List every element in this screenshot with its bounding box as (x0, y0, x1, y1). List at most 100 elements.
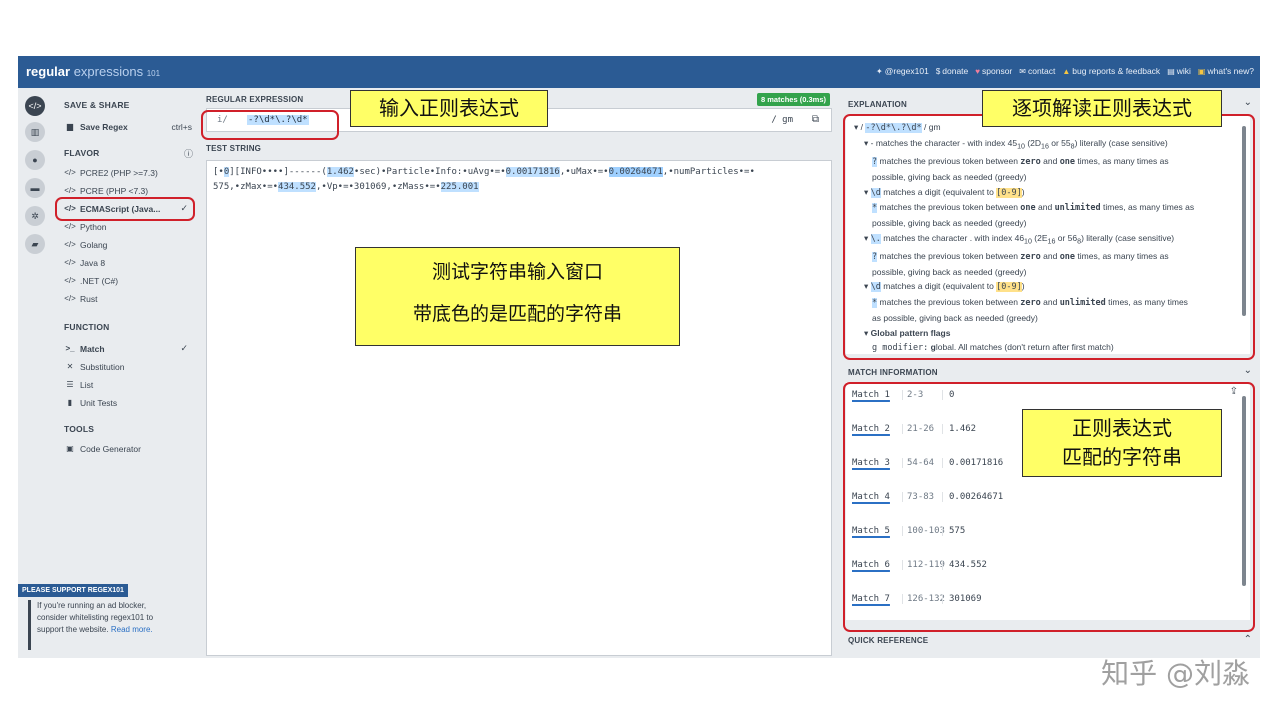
read-more-link[interactable]: Read more. (111, 625, 153, 634)
wiki-icon: ▤ (1167, 66, 1175, 76)
code-icon: </> (64, 258, 76, 267)
dollar-icon: $ (935, 66, 941, 76)
help-icon[interactable]: ⓘ (184, 147, 193, 160)
settings-icon[interactable]: ✲ (25, 206, 45, 226)
test-line-2: 575,•zMax•=•434.552,•Vp•=•301069,•zMass•… (213, 182, 479, 192)
save-icon: ▆ (66, 122, 74, 131)
regex-highlight-outline (201, 110, 339, 140)
toplink-label: @regex101 (884, 66, 929, 76)
function-unit-tests[interactable]: ▮ Unit Tests (62, 394, 194, 411)
flavor-label: Golang (80, 239, 108, 250)
flavor-java8[interactable]: </> Java 8 (62, 254, 194, 271)
function-list[interactable]: ☰ List (62, 376, 194, 393)
test-string-callout: 测试字符串输入窗口 带底色的是匹配的字符串 (355, 247, 680, 346)
match-highlight: 1.462 (326, 167, 354, 177)
code-icon: </> (64, 222, 76, 231)
support-message: If you're running an ad blocker, conside… (28, 600, 172, 650)
save-share-heading: SAVE & SHARE (64, 100, 130, 110)
test-string-input[interactable]: [•0][INFO••••]------(1.462•sec)•Particle… (206, 160, 832, 656)
callout-line: 正则表达式 (1072, 416, 1172, 440)
toplink-wiki[interactable]: ▤ wiki (1167, 66, 1191, 76)
regex-flags[interactable]: / gm (771, 115, 793, 125)
watermark: 知乎 @刘淼 (1101, 657, 1250, 690)
toplink-contact[interactable]: ✉ contact (1019, 66, 1055, 76)
code-icon: </> (64, 276, 76, 285)
toplink-bug-reports[interactable]: ▲ bug reports & feedback (1062, 66, 1160, 76)
news-icon: ▣ (1197, 66, 1206, 76)
top-bar: regular expressions 101 ✦ @regex101 $ dona… (18, 56, 1260, 88)
match-highlight: 225.001 (440, 182, 479, 192)
library-icon[interactable]: ▥ (25, 122, 45, 142)
test-string-heading: TEST STRING (206, 144, 262, 153)
editor-panel: REGULAR EXPRESSION 8 matches (0.3ms) i/ … (198, 88, 834, 658)
function-substitution[interactable]: ✕ Substitution (62, 358, 194, 375)
logo[interactable]: regular expressions 101 (26, 64, 160, 79)
chevron-up-icon[interactable]: ⌃ (1244, 634, 1252, 645)
toplink-donate[interactable]: $ donate (936, 66, 968, 76)
regex-heading: REGULAR EXPRESSION (206, 95, 304, 104)
icon-rail: </> ▥ ● ▬ ✲ ▰ (18, 88, 54, 658)
match-highlight: 0.00264671 (608, 167, 663, 177)
test-text: [• (213, 167, 224, 177)
twitter-icon: ✦ (876, 66, 883, 76)
user-icon[interactable]: ● (25, 150, 45, 170)
code-icon: </> (64, 294, 76, 303)
toplink-label: what's new? (1207, 66, 1254, 76)
tool-code-generator[interactable]: ▣ Code Generator (62, 440, 194, 457)
flavor-label: PCRE (PHP <7.3) (80, 185, 149, 196)
match-highlight: 0.00171816 (505, 167, 560, 177)
toplink-sponsor[interactable]: ♥ sponsor (975, 66, 1012, 76)
flavor-label: .NET (C#) (80, 275, 119, 286)
save-regex-label: Save Regex (80, 121, 128, 132)
function-match[interactable]: >_ Match ✓ (62, 340, 194, 357)
match-callout: 正则表达式 匹配的字符串 (1022, 409, 1222, 477)
code-generator-icon: ▣ (66, 444, 74, 453)
mail-icon: ✉ (1019, 66, 1026, 76)
test-text: 575 (213, 182, 230, 192)
warning-icon: ▲ (1062, 66, 1071, 76)
code-icon[interactable]: </> (25, 96, 45, 116)
logo-light: expressions (73, 64, 144, 79)
copy-icon[interactable]: ⧉ (812, 114, 819, 125)
callout-line: 匹配的字符串 (1062, 445, 1182, 469)
flask-icon: ▮ (67, 398, 73, 407)
test-text: ,•uMax•=• (559, 167, 609, 177)
match-information-heading: MATCH INFORMATION (848, 368, 938, 377)
save-regex-button[interactable]: ▆ Save Regex ctrl+s (62, 118, 194, 135)
flavor-pcre2[interactable]: </> PCRE2 (PHP >=7.3) (62, 164, 194, 181)
toplink-label: bug reports & feedback (1072, 66, 1161, 76)
flavor-label: PCRE2 (PHP >=7.3) (80, 167, 158, 178)
heart-icon: ♥ (975, 66, 981, 76)
flavor-label: Rust (80, 293, 98, 304)
substitution-icon: ✕ (66, 362, 74, 371)
explanation-highlight-outline (843, 114, 1255, 360)
flavor-highlight-outline (55, 197, 195, 221)
test-text: •sec)•Particle•Info:•uAvg•=• (353, 167, 506, 177)
toplink-whats-new[interactable]: ▣ what's new? (1198, 66, 1254, 76)
test-text: ,•zMax•=• (229, 182, 279, 192)
chevron-down-icon[interactable]: ⌄ (1244, 97, 1252, 108)
regex-callout: 输入正则表达式 (350, 90, 548, 127)
match-highlight: 434.552 (278, 182, 316, 192)
save-shortcut: ctrl+s (171, 121, 192, 132)
flavor-dotnet[interactable]: </> .NET (C#) (62, 272, 194, 289)
function-label: List (80, 379, 94, 390)
toplink-twitter[interactable]: ✦ @regex101 (876, 66, 929, 76)
callout-line: 带底色的是匹配的字符串 (412, 303, 622, 325)
gamepad-icon[interactable]: ▬ (25, 178, 45, 198)
toplink-label: contact (1027, 66, 1056, 76)
test-text: ][INFO••••]------( (229, 167, 327, 177)
list-icon: ☰ (66, 380, 74, 389)
function-label: Match (80, 343, 105, 354)
prompt-icon: >_ (65, 344, 75, 353)
flavor-golang[interactable]: </> Golang (62, 236, 194, 253)
function-label: Substitution (80, 361, 125, 372)
test-text: ,•Vp•=•301069,•zMass•=• (315, 182, 441, 192)
chat-icon[interactable]: ▰ (25, 234, 45, 254)
quick-reference-heading: QUICK REFERENCE (848, 636, 929, 645)
support-heading: PLEASE SUPPORT REGEX101 (18, 584, 128, 597)
test-line-1: [•0][INFO••••]------(1.462•sec)•Particle… (213, 167, 755, 177)
chevron-down-icon[interactable]: ⌄ (1244, 365, 1252, 376)
match-count-badge: 8 matches (0.3ms) (756, 93, 830, 106)
flavor-rust[interactable]: </> Rust (62, 290, 194, 307)
